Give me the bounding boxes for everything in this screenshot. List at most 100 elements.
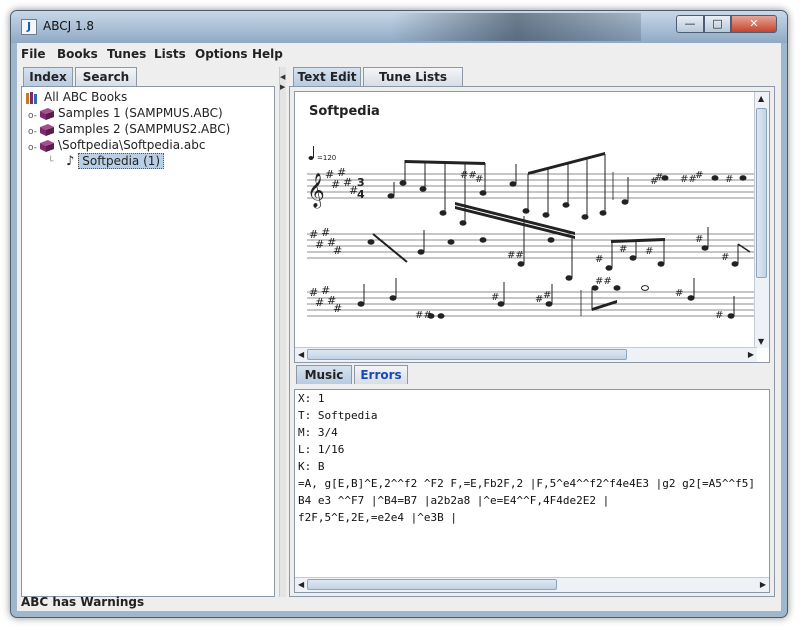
music-score: 𝄞 ##### ##### ##### 3 4 =120 ## ### # ##… [307,146,756,321]
menu-bar: File Books Tunes Lists Options Help [17,43,781,65]
tab-music[interactable]: Music [296,365,352,384]
svg-text:#: # [315,238,324,251]
svg-text:#: # [695,170,703,181]
tree-root[interactable]: All ABC Books [26,89,127,105]
tree-tune[interactable]: ♪ Softpedia (1) [66,153,165,169]
scroll-right-icon[interactable]: ▶ [760,580,766,589]
code-line: L: 1/16 [298,443,345,456]
music-vertical-scrollbar[interactable]: ▲ ▼ [754,92,769,348]
scroll-down-icon[interactable]: ▼ [758,337,764,346]
maximize-button[interactable]: □ [704,15,731,33]
code-line: K: B [298,460,325,473]
svg-text:##: ## [507,250,524,261]
svg-text:##: ## [595,276,612,287]
menu-books[interactable]: Books [57,47,98,61]
client-area: File Books Tunes Lists Options Help Inde… [17,43,781,611]
code-line: T: Softpedia [298,409,378,422]
staff-lines [307,173,755,317]
code-line: B4 e3 ^^F7 |^B4=B7 |a2b2a8 |^e=E4^^F,4F4… [298,494,610,507]
scroll-left-icon[interactable]: ◀ [298,580,304,589]
text-horizontal-scrollbar[interactable]: ◀ ▶ [295,577,769,592]
notes-system-2: ## # # # ## [367,202,751,281]
menu-tunes[interactable]: Tunes [107,47,146,61]
scroll-left-icon[interactable]: ◀ [298,350,304,359]
notes-system-3: ### # # ## ## [357,276,756,321]
status-text: ABC has Warnings [21,595,145,609]
svg-text:#: # [655,172,663,183]
time-signature-bottom: 4 [357,188,365,201]
treble-clef-icon: 𝄞 [307,173,325,209]
tree-book[interactable]: Samples 2 (SAMPMUS2.ABC) [40,121,230,137]
book-icon [40,139,54,152]
scroll-thumb[interactable] [307,349,627,360]
svg-text:#: # [333,244,342,257]
svg-text:#: # [619,244,627,255]
title-bar: J ABCJ 1.8 — □ ✕ [11,11,787,43]
code-line: M: 3/4 [298,426,338,439]
svg-text:#: # [725,174,733,185]
svg-text:##: ## [415,310,432,321]
tree-tune-label: Softpedia (1) [78,153,165,169]
menu-file[interactable]: File [21,47,46,61]
text-edit-panel: Softpedia 𝄞 # # # # # # # # # # # # # # … [289,86,775,597]
close-button[interactable]: ✕ [731,15,777,33]
menu-help[interactable]: Help [252,47,283,61]
tree-book-label: Samples 2 (SAMPMUS2.ABC) [58,122,231,136]
tab-text-edit[interactable]: Text Edit [293,67,361,86]
tree-collapse-icon[interactable]: o- [28,143,37,153]
collapse-left-icon[interactable]: ◀ [280,73,285,81]
minimize-button[interactable]: — [676,15,704,33]
svg-text:#: # [491,292,499,303]
tree-book[interactable]: Samples 1 (SAMPMUS.ABC) [40,105,223,121]
music-horizontal-scrollbar[interactable]: ◀ ▶ [295,347,757,362]
note-icon: ♪ [66,154,75,169]
svg-text:#: # [333,302,342,315]
svg-text:#: # [715,310,723,321]
window-title: ABCJ 1.8 [43,19,95,33]
app-window: J ABCJ 1.8 — □ ✕ File Books Tunes Lists … [10,10,788,618]
abc-text-editor[interactable]: X: 1 T: Softpedia M: 3/4 L: 1/16 K: B =A… [294,389,770,593]
svg-text:#: # [475,174,483,185]
status-bar: ABC has Warnings [17,595,781,611]
svg-text:=120: =120 [317,154,336,162]
svg-text:#: # [543,290,551,301]
book-icon [40,107,54,120]
book-tree: All ABC Books o- Samples 1 (SAMPMUS.ABC)… [21,86,275,597]
tab-tune-lists-edit[interactable]: Tune Lists Edit [363,67,463,102]
svg-text:#: # [595,254,603,265]
scroll-thumb[interactable] [307,579,557,590]
tab-errors[interactable]: Errors [354,365,408,384]
scroll-thumb[interactable] [756,108,767,278]
tree-book-label: Samples 1 (SAMPMUS.ABC) [58,106,223,120]
tree-book-label: \Softpedia\Softpedia.abc [58,138,206,152]
code-line: f2F,5^E,2E,=e2e4 |^e3B | [298,511,457,524]
collapse-right-icon[interactable]: ▶ [280,83,285,91]
tree-root-label: All ABC Books [44,90,128,104]
tempo-marking: =120 [308,146,336,162]
scroll-right-icon[interactable]: ▶ [748,350,754,359]
menu-options[interactable]: Options [195,47,248,61]
notes-system-1: ## ### # ### [387,152,756,226]
tab-search[interactable]: Search [75,67,137,86]
tree-expand-icon[interactable]: o- [28,111,37,121]
code-line: =A, g[E,B]^E,2^^f2 ^F2 F,=E,Fb2F,2 |F,5^… [298,477,755,490]
tab-index[interactable]: Index [23,67,73,86]
svg-text:#: # [645,246,653,257]
menu-lists[interactable]: Lists [154,47,186,61]
code-line: X: 1 [298,392,325,405]
music-score-view: Softpedia 𝄞 # # # # # # # # # # # # # # … [294,91,770,363]
book-icon [40,123,54,136]
java-app-icon: J [21,19,37,35]
tree-book[interactable]: \Softpedia\Softpedia.abc [40,137,205,153]
svg-text:#: # [721,252,729,263]
titlebar-glass [391,13,641,41]
svg-text:#: # [315,296,324,309]
scroll-up-icon[interactable]: ▲ [758,94,764,103]
library-panel: Index Search All ABC Books o- Samples 1 … [21,67,275,597]
tree-expand-icon[interactable]: o- [28,127,37,137]
svg-text:#: # [675,288,683,299]
books-icon [26,91,37,104]
svg-text:#: # [695,234,703,245]
svg-text:#: # [331,178,340,191]
split-pane-divider[interactable]: ◀ ▶ [279,67,286,597]
